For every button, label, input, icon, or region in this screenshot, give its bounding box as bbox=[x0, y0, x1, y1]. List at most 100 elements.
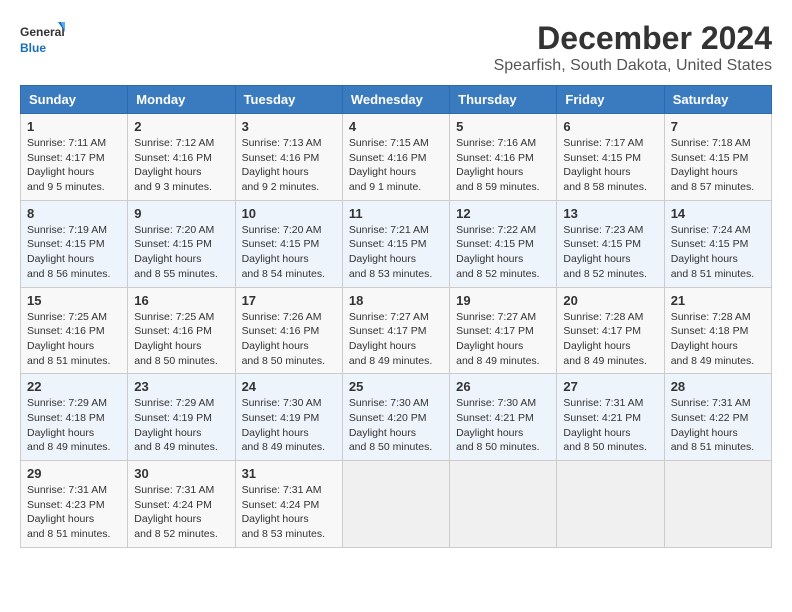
calendar-week-row: 29 Sunrise: 7:31 AM Sunset: 4:23 PM Dayl… bbox=[21, 461, 772, 548]
calendar-week-row: 15 Sunrise: 7:25 AM Sunset: 4:16 PM Dayl… bbox=[21, 287, 772, 374]
day-info: Sunrise: 7:17 AM Sunset: 4:15 PM Dayligh… bbox=[563, 136, 657, 195]
table-row: 10 Sunrise: 7:20 AM Sunset: 4:15 PM Dayl… bbox=[235, 200, 342, 287]
day-number: 17 bbox=[242, 293, 336, 308]
day-info: Sunrise: 7:25 AM Sunset: 4:16 PM Dayligh… bbox=[134, 310, 228, 369]
table-row: 8 Sunrise: 7:19 AM Sunset: 4:15 PM Dayli… bbox=[21, 200, 128, 287]
day-info: Sunrise: 7:31 AM Sunset: 4:24 PM Dayligh… bbox=[134, 483, 228, 542]
day-info: Sunrise: 7:18 AM Sunset: 4:15 PM Dayligh… bbox=[671, 136, 765, 195]
table-row: 27 Sunrise: 7:31 AM Sunset: 4:21 PM Dayl… bbox=[557, 374, 664, 461]
day-info: Sunrise: 7:28 AM Sunset: 4:17 PM Dayligh… bbox=[563, 310, 657, 369]
day-info: Sunrise: 7:24 AM Sunset: 4:15 PM Dayligh… bbox=[671, 223, 765, 282]
table-row: 18 Sunrise: 7:27 AM Sunset: 4:17 PM Dayl… bbox=[342, 287, 449, 374]
day-number: 16 bbox=[134, 293, 228, 308]
day-info: Sunrise: 7:27 AM Sunset: 4:17 PM Dayligh… bbox=[349, 310, 443, 369]
table-row: 25 Sunrise: 7:30 AM Sunset: 4:20 PM Dayl… bbox=[342, 374, 449, 461]
col-sunday: Sunday bbox=[21, 86, 128, 114]
day-number: 10 bbox=[242, 206, 336, 221]
day-number: 27 bbox=[563, 379, 657, 394]
day-number: 2 bbox=[134, 119, 228, 134]
calendar-week-row: 8 Sunrise: 7:19 AM Sunset: 4:15 PM Dayli… bbox=[21, 200, 772, 287]
day-number: 14 bbox=[671, 206, 765, 221]
day-info: Sunrise: 7:26 AM Sunset: 4:16 PM Dayligh… bbox=[242, 310, 336, 369]
day-number: 23 bbox=[134, 379, 228, 394]
table-row: 30 Sunrise: 7:31 AM Sunset: 4:24 PM Dayl… bbox=[128, 461, 235, 548]
logo: General Blue bbox=[20, 20, 65, 60]
svg-text:General: General bbox=[20, 25, 65, 39]
day-number: 15 bbox=[27, 293, 121, 308]
day-number: 6 bbox=[563, 119, 657, 134]
table-row bbox=[557, 461, 664, 548]
col-saturday: Saturday bbox=[664, 86, 771, 114]
title-section: December 2024 Spearfish, South Dakota, U… bbox=[494, 20, 772, 75]
col-tuesday: Tuesday bbox=[235, 86, 342, 114]
col-monday: Monday bbox=[128, 86, 235, 114]
page-title: December 2024 bbox=[494, 20, 772, 57]
table-row: 20 Sunrise: 7:28 AM Sunset: 4:17 PM Dayl… bbox=[557, 287, 664, 374]
day-number: 8 bbox=[27, 206, 121, 221]
day-info: Sunrise: 7:31 AM Sunset: 4:21 PM Dayligh… bbox=[563, 396, 657, 455]
day-info: Sunrise: 7:16 AM Sunset: 4:16 PM Dayligh… bbox=[456, 136, 550, 195]
page-header: General Blue December 2024 Spearfish, So… bbox=[20, 20, 772, 75]
table-row: 26 Sunrise: 7:30 AM Sunset: 4:21 PM Dayl… bbox=[450, 374, 557, 461]
day-info: Sunrise: 7:31 AM Sunset: 4:23 PM Dayligh… bbox=[27, 483, 121, 542]
col-wednesday: Wednesday bbox=[342, 86, 449, 114]
day-number: 9 bbox=[134, 206, 228, 221]
table-row: 9 Sunrise: 7:20 AM Sunset: 4:15 PM Dayli… bbox=[128, 200, 235, 287]
day-number: 30 bbox=[134, 466, 228, 481]
day-info: Sunrise: 7:20 AM Sunset: 4:15 PM Dayligh… bbox=[242, 223, 336, 282]
table-row: 6 Sunrise: 7:17 AM Sunset: 4:15 PM Dayli… bbox=[557, 114, 664, 201]
col-thursday: Thursday bbox=[450, 86, 557, 114]
day-number: 28 bbox=[671, 379, 765, 394]
day-info: Sunrise: 7:29 AM Sunset: 4:18 PM Dayligh… bbox=[27, 396, 121, 455]
day-number: 4 bbox=[349, 119, 443, 134]
day-number: 21 bbox=[671, 293, 765, 308]
table-row: 21 Sunrise: 7:28 AM Sunset: 4:18 PM Dayl… bbox=[664, 287, 771, 374]
day-info: Sunrise: 7:15 AM Sunset: 4:16 PM Dayligh… bbox=[349, 136, 443, 195]
day-number: 1 bbox=[27, 119, 121, 134]
table-row: 23 Sunrise: 7:29 AM Sunset: 4:19 PM Dayl… bbox=[128, 374, 235, 461]
table-row: 12 Sunrise: 7:22 AM Sunset: 4:15 PM Dayl… bbox=[450, 200, 557, 287]
table-row: 29 Sunrise: 7:31 AM Sunset: 4:23 PM Dayl… bbox=[21, 461, 128, 548]
table-row: 31 Sunrise: 7:31 AM Sunset: 4:24 PM Dayl… bbox=[235, 461, 342, 548]
table-row bbox=[342, 461, 449, 548]
day-info: Sunrise: 7:13 AM Sunset: 4:16 PM Dayligh… bbox=[242, 136, 336, 195]
table-row bbox=[664, 461, 771, 548]
day-info: Sunrise: 7:25 AM Sunset: 4:16 PM Dayligh… bbox=[27, 310, 121, 369]
page-subtitle: Spearfish, South Dakota, United States bbox=[494, 57, 772, 75]
day-number: 5 bbox=[456, 119, 550, 134]
calendar-table: Sunday Monday Tuesday Wednesday Thursday… bbox=[20, 85, 772, 548]
calendar-week-row: 22 Sunrise: 7:29 AM Sunset: 4:18 PM Dayl… bbox=[21, 374, 772, 461]
day-info: Sunrise: 7:28 AM Sunset: 4:18 PM Dayligh… bbox=[671, 310, 765, 369]
day-number: 7 bbox=[671, 119, 765, 134]
day-number: 29 bbox=[27, 466, 121, 481]
table-row: 15 Sunrise: 7:25 AM Sunset: 4:16 PM Dayl… bbox=[21, 287, 128, 374]
day-number: 11 bbox=[349, 206, 443, 221]
day-number: 20 bbox=[563, 293, 657, 308]
day-number: 26 bbox=[456, 379, 550, 394]
table-row: 14 Sunrise: 7:24 AM Sunset: 4:15 PM Dayl… bbox=[664, 200, 771, 287]
day-number: 22 bbox=[27, 379, 121, 394]
table-row: 24 Sunrise: 7:30 AM Sunset: 4:19 PM Dayl… bbox=[235, 374, 342, 461]
table-row: 19 Sunrise: 7:27 AM Sunset: 4:17 PM Dayl… bbox=[450, 287, 557, 374]
table-row bbox=[450, 461, 557, 548]
logo-svg: General Blue bbox=[20, 20, 65, 60]
day-info: Sunrise: 7:11 AM Sunset: 4:17 PM Dayligh… bbox=[27, 136, 121, 195]
day-number: 25 bbox=[349, 379, 443, 394]
day-number: 19 bbox=[456, 293, 550, 308]
table-row: 2 Sunrise: 7:12 AM Sunset: 4:16 PM Dayli… bbox=[128, 114, 235, 201]
col-friday: Friday bbox=[557, 86, 664, 114]
day-number: 3 bbox=[242, 119, 336, 134]
table-row: 22 Sunrise: 7:29 AM Sunset: 4:18 PM Dayl… bbox=[21, 374, 128, 461]
day-info: Sunrise: 7:12 AM Sunset: 4:16 PM Dayligh… bbox=[134, 136, 228, 195]
day-number: 13 bbox=[563, 206, 657, 221]
table-row: 11 Sunrise: 7:21 AM Sunset: 4:15 PM Dayl… bbox=[342, 200, 449, 287]
calendar-week-row: 1 Sunrise: 7:11 AM Sunset: 4:17 PM Dayli… bbox=[21, 114, 772, 201]
day-number: 31 bbox=[242, 466, 336, 481]
table-row: 7 Sunrise: 7:18 AM Sunset: 4:15 PM Dayli… bbox=[664, 114, 771, 201]
day-info: Sunrise: 7:30 AM Sunset: 4:19 PM Dayligh… bbox=[242, 396, 336, 455]
day-info: Sunrise: 7:22 AM Sunset: 4:15 PM Dayligh… bbox=[456, 223, 550, 282]
table-row: 28 Sunrise: 7:31 AM Sunset: 4:22 PM Dayl… bbox=[664, 374, 771, 461]
table-row: 3 Sunrise: 7:13 AM Sunset: 4:16 PM Dayli… bbox=[235, 114, 342, 201]
svg-text:Blue: Blue bbox=[20, 41, 46, 55]
day-info: Sunrise: 7:19 AM Sunset: 4:15 PM Dayligh… bbox=[27, 223, 121, 282]
